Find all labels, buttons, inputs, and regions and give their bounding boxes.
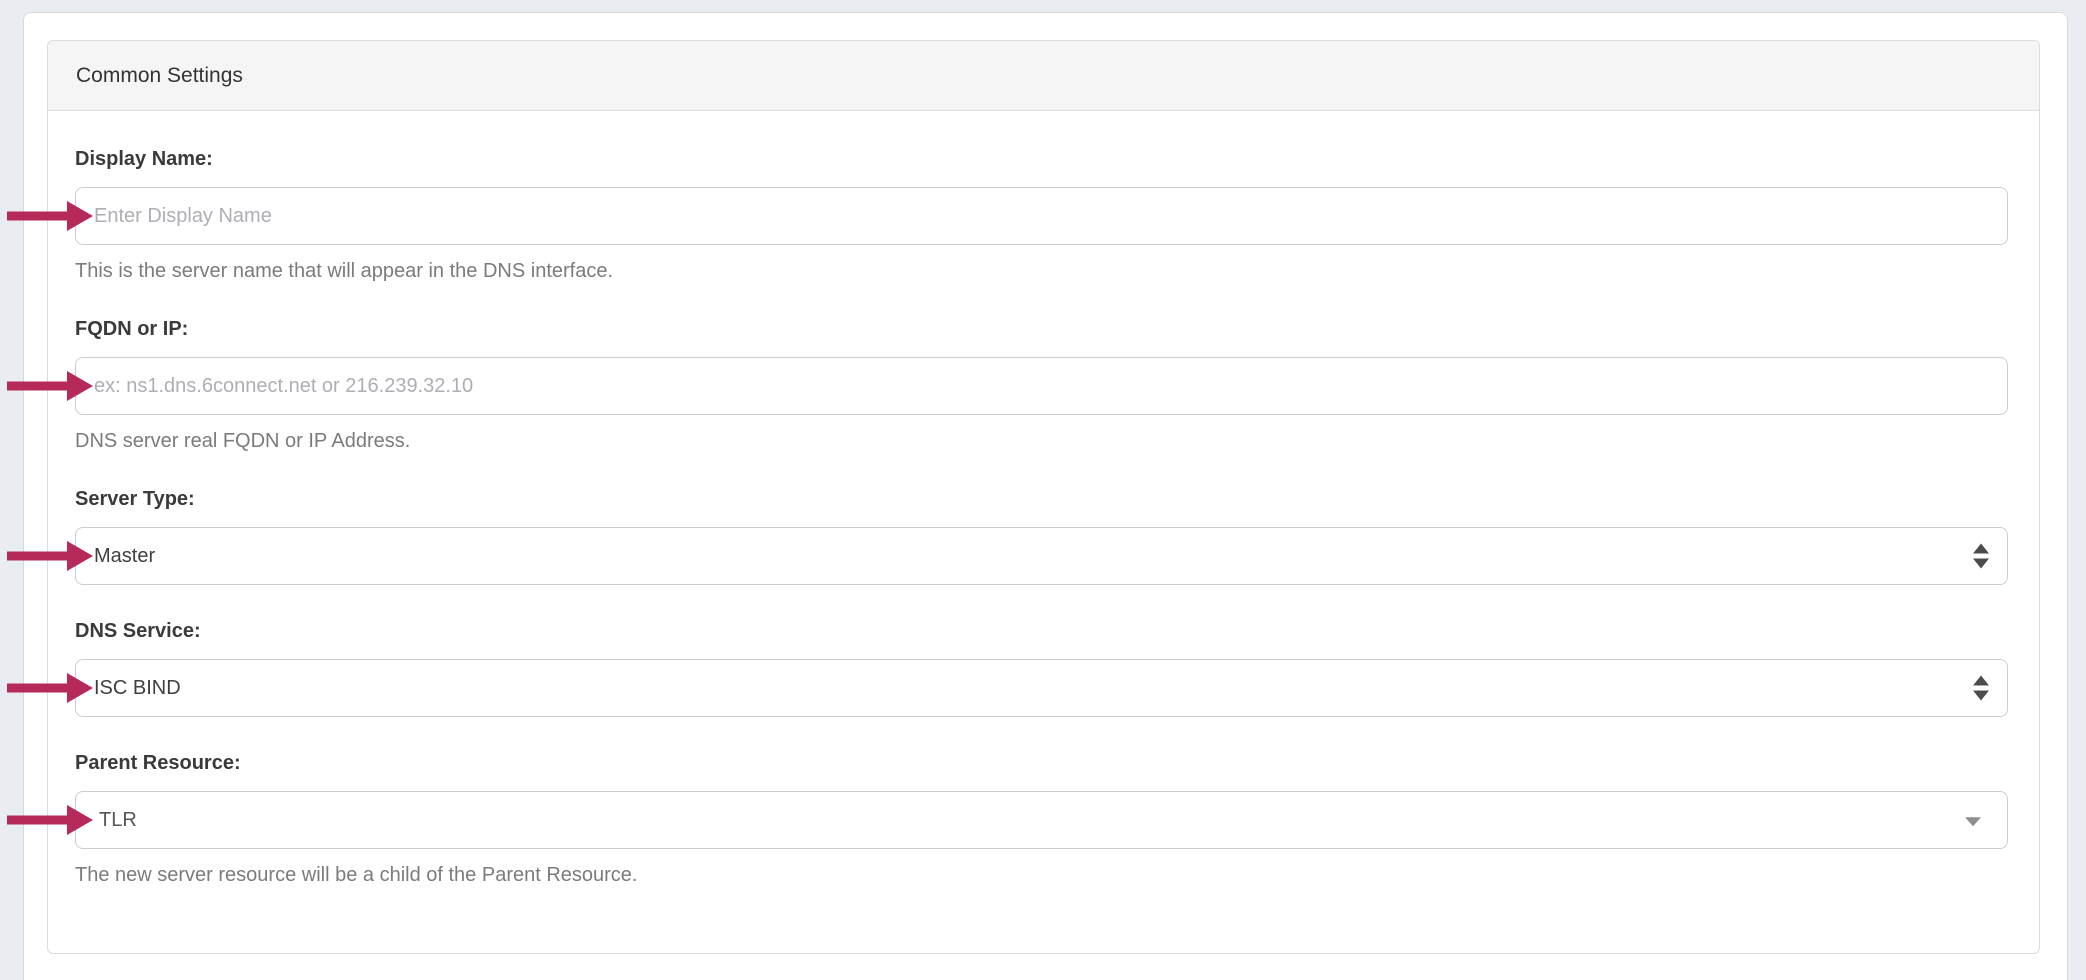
panel-header: Common Settings <box>48 41 2039 111</box>
fqdn-label: FQDN or IP: <box>75 317 2008 341</box>
chevron-down-icon <box>1965 817 1981 826</box>
form-group-fqdn: FQDN or IP: DNS server real FQDN or IP A… <box>75 317 2008 453</box>
fqdn-control <box>75 357 2008 415</box>
panel-title: Common Settings <box>76 64 243 88</box>
dns-service-value: ISC BIND <box>94 677 181 700</box>
dns-service-select[interactable]: ISC BIND <box>75 659 2008 717</box>
form-group-display-name: Display Name: This is the server name th… <box>75 147 2008 283</box>
server-type-control: Master <box>75 527 2008 585</box>
display-name-input[interactable] <box>75 187 2008 245</box>
server-type-select[interactable]: Master <box>75 527 2008 585</box>
form-group-parent-resource: Parent Resource: TLR The new server reso… <box>75 751 2008 887</box>
server-type-label: Server Type: <box>75 487 2008 511</box>
parent-resource-help: The new server resource will be a child … <box>75 863 2008 887</box>
select-arrows-icon <box>1973 544 1989 569</box>
display-name-control <box>75 187 2008 245</box>
display-name-help: This is the server name that will appear… <box>75 259 2008 283</box>
display-name-label: Display Name: <box>75 147 2008 171</box>
parent-resource-label: Parent Resource: <box>75 751 2008 775</box>
common-settings-panel: Common Settings Display Name: This is th… <box>47 40 2040 954</box>
parent-resource-value: TLR <box>99 809 137 832</box>
select-arrows-icon <box>1973 676 1989 701</box>
content-card: Common Settings Display Name: This is th… <box>23 12 2068 980</box>
parent-resource-control: TLR <box>75 791 2008 849</box>
fqdn-help: DNS server real FQDN or IP Address. <box>75 429 2008 453</box>
parent-resource-dropdown[interactable]: TLR <box>75 791 2008 849</box>
panel-body: Display Name: This is the server name th… <box>48 111 2039 953</box>
dns-service-control: ISC BIND <box>75 659 2008 717</box>
form-group-server-type: Server Type: Master <box>75 487 2008 585</box>
dns-service-label: DNS Service: <box>75 619 2008 643</box>
fqdn-input[interactable] <box>75 357 2008 415</box>
form-group-dns-service: DNS Service: ISC BIND <box>75 619 2008 717</box>
server-type-value: Master <box>94 545 155 568</box>
